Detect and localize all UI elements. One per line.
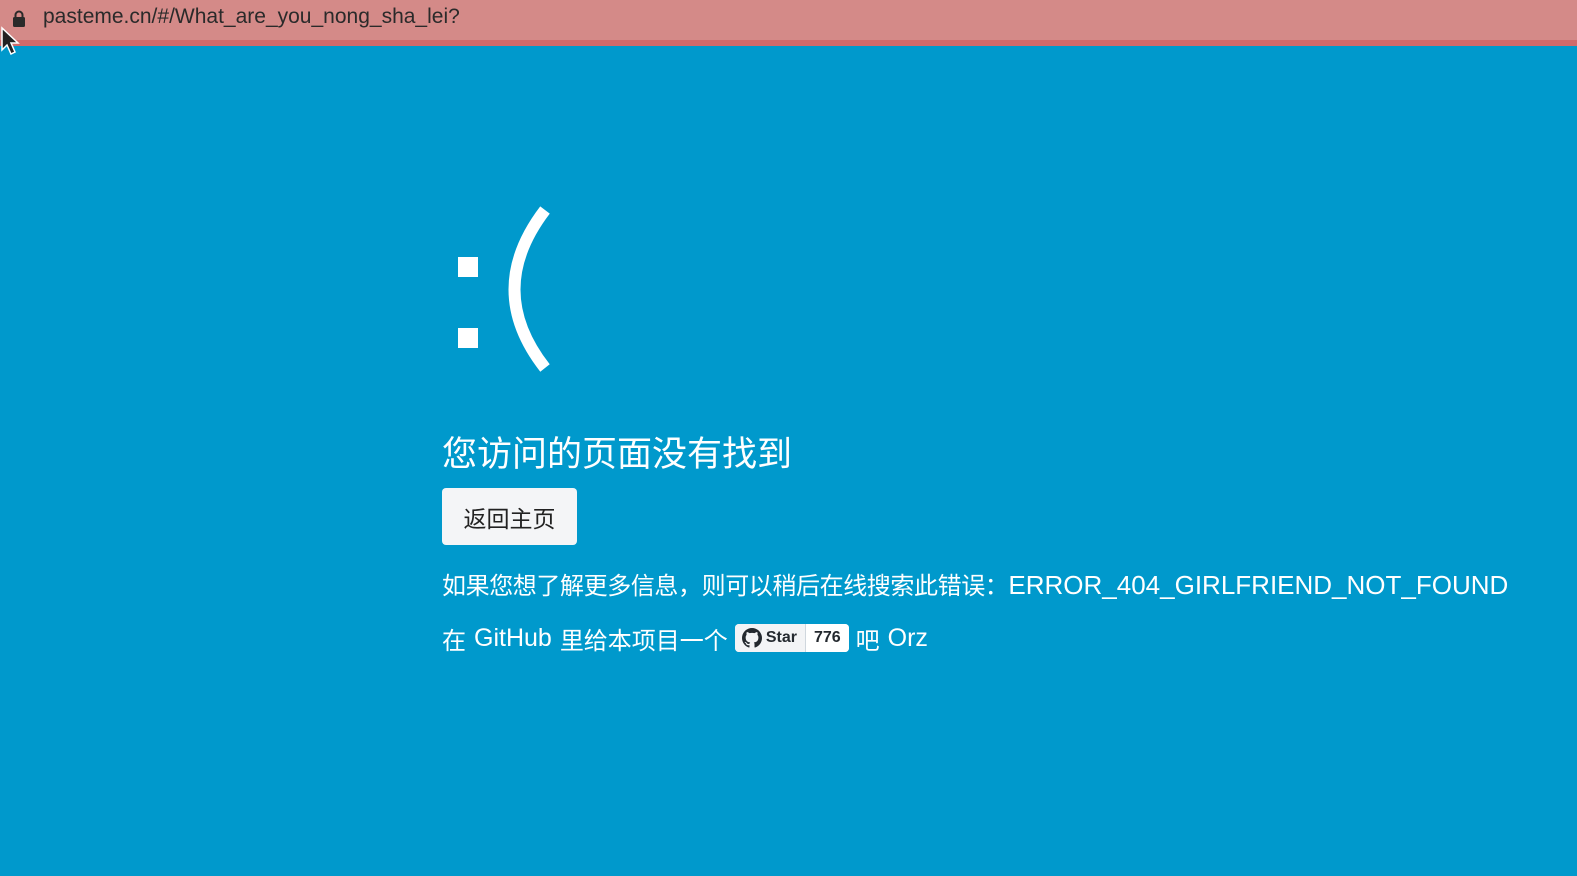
github-star-widget[interactable]: Star 776 — [734, 624, 849, 652]
github-star-button[interactable]: Star — [734, 624, 806, 652]
url-text[interactable]: pasteme.cn/#/What_are_you_nong_sha_lei? — [43, 5, 460, 29]
address-bar[interactable]: pasteme.cn/#/What_are_you_nong_sha_lei? — [0, 0, 1577, 46]
github-star-count[interactable]: 776 — [805, 624, 849, 652]
github-icon — [741, 628, 762, 648]
error-code: ERROR_404_GIRLFRIEND_NOT_FOUND — [1008, 570, 1509, 600]
orz-text: Orz — [887, 623, 928, 652]
github-star-line: 在 GitHub 里给本项目一个 Star 776 吧 Orz — [442, 622, 928, 655]
back-home-button[interactable]: 返回主页 — [442, 488, 577, 545]
star-middle: 里给本项目一个 — [559, 626, 728, 655]
star-prefix: 在 — [442, 626, 466, 655]
star-suffix: 吧 — [855, 626, 880, 655]
sad-face-emoticon — [458, 206, 550, 372]
mouse-pointer-icon — [1, 26, 20, 56]
github-text: GitHub — [474, 623, 552, 652]
github-star-label: Star — [765, 629, 797, 646]
page-title: 您访问的页面没有找到 — [442, 435, 793, 475]
error-info-text: 如果您想了解更多信息，则可以稍后在线搜索此错误：ERROR_404_GIRLFR… — [442, 566, 1508, 601]
error-info-prefix: 如果您想了解更多信息，则可以稍后在线搜索此错误： — [442, 572, 1009, 600]
